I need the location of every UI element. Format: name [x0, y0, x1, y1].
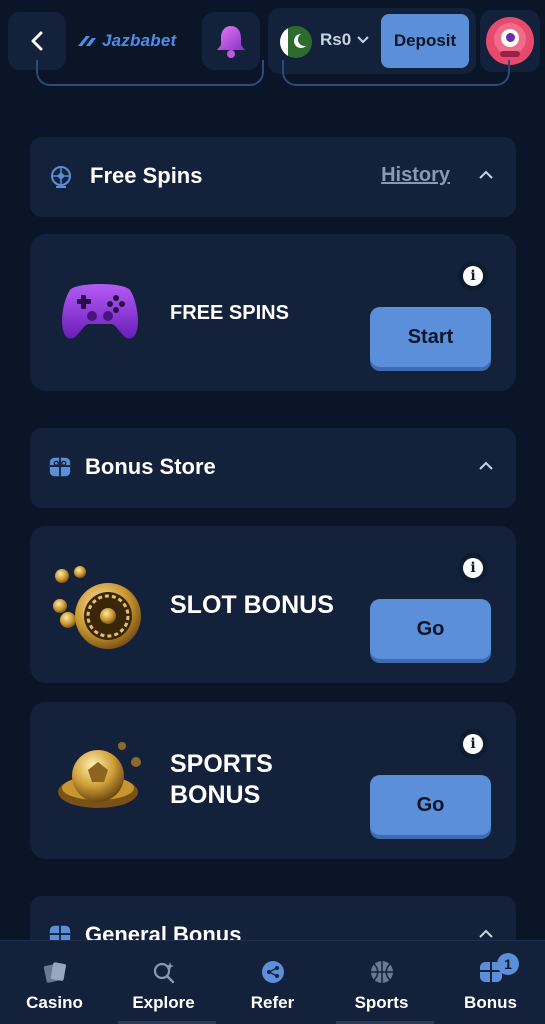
section-title: Free Spins [90, 163, 203, 188]
bonus-store-section-header[interactable]: Bonus Store [30, 428, 516, 508]
nav-item-explore[interactable]: Explore [109, 941, 218, 1024]
go-button[interactable]: Go [370, 599, 491, 659]
nav-label: Sports [354, 993, 409, 1012]
free-spins-card: FREE SPINS i Start [30, 234, 516, 391]
balance-amount: Rs0 [320, 30, 352, 49]
balance-selector[interactable]: Rs0 [320, 30, 369, 50]
share-icon [260, 959, 286, 985]
football-icon [58, 742, 141, 808]
pakistan-flag-icon[interactable] [280, 26, 312, 58]
free-spins-section-header[interactable]: Free Spins History [30, 137, 516, 217]
roulette-wheel-icon [53, 566, 141, 649]
sports-bonus-card: SPORTS BONUS i Go [30, 702, 516, 859]
nav-label: Bonus [464, 993, 517, 1012]
chevron-up-icon[interactable] [478, 458, 494, 474]
chevron-up-icon[interactable] [478, 167, 494, 183]
nav-item-sports[interactable]: Sports [327, 941, 436, 1024]
start-button[interactable]: Start [370, 307, 491, 367]
info-button[interactable]: i [458, 261, 488, 291]
nav-label: Explore [132, 993, 195, 1012]
info-icon: i [463, 734, 483, 754]
chevron-down-icon [357, 36, 369, 44]
info-icon: i [463, 558, 483, 578]
nav-label: Refer [250, 993, 295, 1012]
card-title: FREE SPINS [170, 302, 289, 324]
card-title-line2: BONUS [170, 781, 261, 809]
basketball-icon [369, 959, 395, 985]
wheel-spin-icon [51, 166, 71, 188]
tab-outline-right [282, 60, 510, 86]
history-link[interactable]: History [381, 164, 450, 187]
explore-search-icon [151, 959, 177, 985]
nav-item-refer[interactable]: Refer [218, 941, 327, 1024]
avatar [486, 17, 534, 65]
go-button[interactable]: Go [370, 775, 491, 835]
tab-outline-left [36, 60, 264, 86]
section-title: Bonus Store [85, 454, 216, 479]
info-icon: i [463, 266, 483, 286]
slot-bonus-card: SLOT BONUS i Go [30, 526, 516, 683]
info-button[interactable]: i [458, 729, 488, 759]
chevron-left-icon [31, 31, 43, 51]
nav-item-casino[interactable]: Casino [0, 941, 109, 1024]
cards-icon [42, 959, 68, 985]
logo-text: Jazbabet [102, 31, 177, 50]
bottom-navigation: Casino Explore Refer Sports Bonus 1 [0, 940, 545, 1024]
card-title: SLOT BONUS [170, 591, 334, 619]
info-button[interactable]: i [458, 553, 488, 583]
nav-item-bonus[interactable]: Bonus 1 [436, 941, 545, 1024]
nav-label: Casino [26, 993, 83, 1012]
card-title-line1: SPORTS [170, 750, 273, 778]
bell-icon [217, 26, 245, 58]
gamepad-icon [62, 284, 138, 339]
gift-box-icon [49, 457, 71, 477]
logo-mark-icon [78, 36, 96, 46]
brand-logo[interactable]: Jazbabet [76, 30, 176, 52]
notification-badge: 1 [497, 953, 519, 975]
